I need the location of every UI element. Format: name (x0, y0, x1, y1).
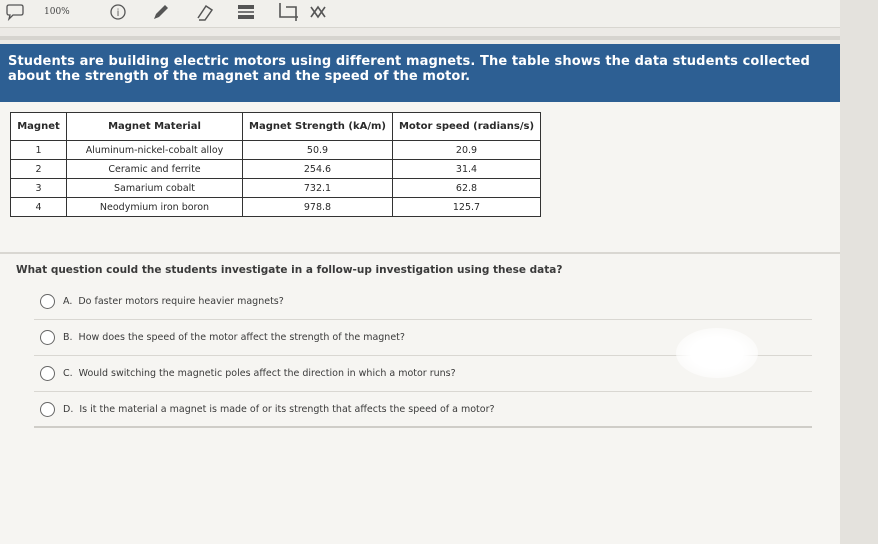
table-cell: 3 (10, 178, 67, 198)
passage-banner: Students are building electric motors us… (0, 44, 840, 102)
table-row: 1 Aluminum-nickel-cobalt alloy 50.9 20.9 (10, 140, 541, 160)
table-cell: Neodymium iron boron (66, 197, 243, 217)
pen-icon[interactable] (150, 2, 170, 22)
option-text: C. Would switching the magnetic poles aff… (63, 368, 456, 379)
table-cell: 20.9 (392, 140, 541, 160)
radio-button[interactable] (40, 294, 55, 309)
option-label: Would switching the magnetic poles affec… (78, 368, 456, 379)
option-text: D. Is it the material a magnet is made of… (63, 404, 495, 415)
table-header: Motor speed (radians/s) (392, 112, 541, 141)
cross-out-icon[interactable] (308, 2, 328, 22)
answer-option-d[interactable]: D. Is it the material a magnet is made of… (34, 392, 812, 428)
option-label: How does the speed of the motor affect t… (78, 332, 405, 343)
table-cell: 1 (10, 140, 67, 160)
table-header: Magnet (10, 112, 67, 141)
table-cell: 62.8 (392, 178, 541, 198)
option-label: Is it the material a magnet is made of o… (79, 403, 495, 415)
table-header-row: Magnet Magnet Material Magnet Strength (… (10, 112, 541, 141)
answer-option-a[interactable]: A. Do faster motors require heavier magne… (34, 284, 812, 320)
toolbar: 100% i (0, 0, 878, 28)
radio-button[interactable] (40, 401, 55, 417)
zoom-level[interactable]: 100% (44, 2, 70, 22)
section-divider (0, 252, 840, 254)
crop-icon[interactable] (276, 2, 302, 22)
option-letter: A. (63, 296, 73, 307)
speech-bubble-icon[interactable] (4, 2, 26, 22)
option-text: A. Do faster motors require heavier magne… (63, 296, 284, 307)
table-cell: 978.8 (242, 197, 393, 217)
radio-button[interactable] (40, 366, 55, 381)
option-letter: D. (63, 403, 74, 415)
circle-info-icon[interactable]: i (108, 2, 128, 22)
table-row: 4 Neodymium iron boron 978.8 125.7 (10, 197, 541, 217)
table-cell: 4 (10, 197, 67, 217)
table-cell: 31.4 (392, 159, 541, 179)
table-header: Magnet Material (66, 112, 243, 141)
table-cell: 50.9 (242, 140, 393, 160)
table-cell: Samarium cobalt (66, 178, 243, 198)
table-cell: Ceramic and ferrite (66, 159, 243, 179)
table-row: 2 Ceramic and ferrite 254.6 31.4 (10, 159, 541, 179)
right-margin (840, 0, 878, 544)
radio-button[interactable] (40, 330, 55, 345)
table-header: Magnet Strength (kA/m) (242, 112, 393, 141)
table-cell: Aluminum-nickel-cobalt alloy (66, 140, 243, 160)
svg-text:i: i (117, 8, 120, 19)
toolbar-separator (0, 36, 878, 40)
option-label: Do faster motors require heavier magnets… (78, 296, 284, 307)
data-table: Magnet Magnet Material Magnet Strength (… (10, 112, 541, 217)
table-cell: 2 (10, 159, 67, 179)
highlighter-icon[interactable] (236, 2, 256, 22)
option-letter: B. (63, 332, 73, 343)
table-cell: 732.1 (242, 178, 393, 198)
eraser-icon[interactable] (194, 2, 216, 22)
table-row: 3 Samarium cobalt 732.1 62.8 (10, 178, 541, 198)
table-cell: 125.7 (392, 197, 541, 217)
screen-glare (676, 328, 758, 378)
option-text: B. How does the speed of the motor affect… (63, 332, 405, 343)
question-text: What question could the students investi… (16, 264, 563, 276)
table-cell: 254.6 (242, 159, 393, 179)
option-letter: C. (63, 368, 73, 379)
